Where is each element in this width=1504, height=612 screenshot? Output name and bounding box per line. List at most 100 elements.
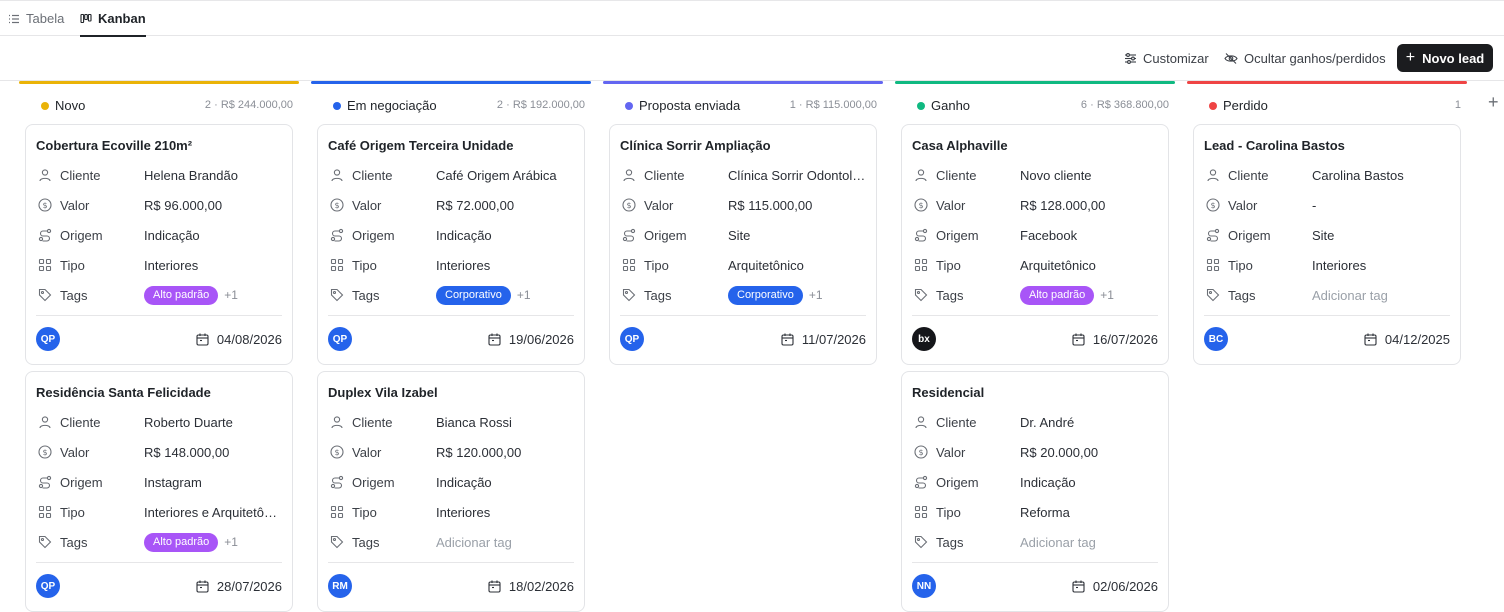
tag-chip[interactable]: Corporativo bbox=[436, 285, 511, 305]
add-tag-link[interactable]: Adicionar tag bbox=[1020, 535, 1096, 550]
customize-button[interactable]: Customizar bbox=[1124, 45, 1209, 71]
column-header: Perdido 1 bbox=[1187, 92, 1467, 120]
tag-chip[interactable]: Alto padrão bbox=[144, 285, 219, 305]
row-icon-wrap: $ bbox=[1204, 196, 1222, 214]
tab-kanban[interactable]: Kanban bbox=[80, 1, 146, 37]
column-color-bar bbox=[19, 81, 299, 84]
avatar[interactable]: QP bbox=[36, 574, 60, 598]
due-date-text: 28/07/2026 bbox=[216, 578, 282, 594]
more-tags-count[interactable]: +1 bbox=[224, 288, 238, 302]
calendar-icon bbox=[781, 333, 794, 346]
field-label: Tags bbox=[1228, 287, 1256, 303]
status-dot bbox=[41, 102, 49, 110]
field-value: R$ 20.000,00 bbox=[1020, 444, 1099, 460]
tag-chip[interactable]: Alto padrão bbox=[144, 532, 219, 552]
field-label: Cliente bbox=[352, 167, 393, 183]
due-date: 28/07/2026 bbox=[196, 576, 282, 596]
avatar[interactable]: BC bbox=[1204, 327, 1228, 351]
field-value: Indicação bbox=[144, 227, 200, 243]
lead-card[interactable]: Café Origem Terceira Unidade Cliente Café … bbox=[317, 124, 585, 365]
value-row: $ Valor R$ 96.000,00 bbox=[36, 195, 286, 215]
column-count-total: 2 · R$ 192.000,00 bbox=[496, 99, 585, 111]
route-icon bbox=[330, 228, 344, 242]
more-tags-count[interactable]: +1 bbox=[224, 535, 238, 549]
tag-chip[interactable]: Corporativo bbox=[728, 285, 803, 305]
column-header: Proposta enviada 1 · R$ 115.000,00 bbox=[603, 92, 883, 120]
add-tag-link[interactable]: Adicionar tag bbox=[1312, 288, 1388, 303]
client-row: Cliente Helena Brandão bbox=[36, 165, 286, 185]
tags-row: Tags Adicionar tag bbox=[1204, 285, 1454, 305]
field-value: Novo cliente bbox=[1020, 167, 1092, 183]
avatar[interactable]: NN bbox=[912, 574, 936, 598]
calendar-icon bbox=[196, 333, 209, 346]
svg-text:$: $ bbox=[334, 201, 339, 210]
lead-card[interactable]: Lead - Carolina Bastos Cliente Carolina Ba… bbox=[1193, 124, 1461, 365]
client-row: Cliente Dr. André bbox=[912, 412, 1162, 432]
calendar-icon bbox=[488, 333, 501, 346]
tab-label: Kanban bbox=[98, 11, 146, 26]
tag-icon bbox=[38, 288, 52, 302]
due-date-text: 19/06/2026 bbox=[508, 331, 574, 347]
lead-card[interactable]: Duplex Vila Izabel Cliente Bianca Rossi $ Va… bbox=[317, 371, 585, 612]
add-column-button[interactable]: + bbox=[1488, 92, 1499, 113]
row-icon-wrap: $ bbox=[328, 196, 346, 214]
due-date-text: 04/08/2026 bbox=[216, 331, 282, 347]
dollar-icon: $ bbox=[330, 445, 344, 459]
client-row: Cliente Novo cliente bbox=[912, 165, 1162, 185]
field-label: Origem bbox=[644, 227, 687, 243]
row-icon-wrap bbox=[620, 256, 638, 274]
user-icon bbox=[915, 416, 927, 429]
column-color-bar bbox=[1187, 81, 1467, 84]
card-divider bbox=[912, 315, 1158, 316]
row-icon-wrap: $ bbox=[328, 443, 346, 461]
lead-card[interactable]: Residência Santa Felicidade Cliente Robert… bbox=[25, 371, 293, 612]
more-tags-count[interactable]: +1 bbox=[809, 288, 823, 302]
more-tags-count[interactable]: +1 bbox=[1100, 288, 1114, 302]
tag-chip[interactable]: Alto padrão bbox=[1020, 285, 1095, 305]
add-tag-link[interactable]: Adicionar tag bbox=[436, 535, 512, 550]
field-label: Cliente bbox=[60, 167, 101, 183]
row-icon-wrap bbox=[912, 503, 930, 521]
tab-tabela[interactable]: Tabela bbox=[8, 1, 64, 36]
tag-icon bbox=[38, 535, 52, 549]
route-icon bbox=[38, 228, 52, 242]
toolbar: Customizar Ocultar ganhos/perdidos + Nov… bbox=[0, 36, 1504, 81]
field-label: Cliente bbox=[60, 414, 101, 430]
hide-won-lost-button[interactable]: Ocultar ganhos/perdidos bbox=[1224, 45, 1386, 71]
tag-icon bbox=[330, 288, 344, 302]
row-icon-wrap bbox=[328, 226, 346, 244]
origin-row: Origem Indicação bbox=[328, 225, 578, 245]
column-header: Em negociação 2 · R$ 192.000,00 bbox=[311, 92, 591, 120]
row-icon-wrap bbox=[36, 503, 54, 521]
column-color-bar bbox=[311, 81, 591, 84]
grid-icon bbox=[330, 258, 344, 272]
route-icon bbox=[914, 228, 928, 242]
field-value: R$ 128.000,00 bbox=[1020, 197, 1106, 213]
more-tags-count[interactable]: +1 bbox=[517, 288, 531, 302]
field-label: Origem bbox=[936, 227, 979, 243]
new-lead-button[interactable]: + Novo lead bbox=[1397, 44, 1493, 72]
column-ganho: Ganho 6 · R$ 368.800,00 Casa Alphaville Cli… bbox=[895, 81, 1175, 612]
avatar[interactable]: bx bbox=[912, 327, 936, 351]
field-value: Carolina Bastos bbox=[1312, 167, 1404, 183]
avatar[interactable]: QP bbox=[328, 327, 352, 351]
lead-card[interactable]: Residencial Cliente Dr. André $ Valor R$ 20.0… bbox=[901, 371, 1169, 612]
lead-card[interactable]: Clínica Sorrir Ampliação Cliente Clínica S… bbox=[609, 124, 877, 365]
tags-row: Tags Corporativo +1 bbox=[328, 285, 578, 305]
dollar-icon: $ bbox=[38, 445, 52, 459]
column-count-total: 6 · R$ 368.800,00 bbox=[1080, 99, 1169, 111]
card-divider bbox=[36, 562, 282, 563]
calendar-icon bbox=[196, 580, 209, 593]
type-row: Tipo Interiores bbox=[328, 502, 578, 522]
row-icon-wrap bbox=[1204, 226, 1222, 244]
plus-icon: + bbox=[1405, 49, 1416, 66]
due-date: 11/07/2026 bbox=[781, 329, 866, 349]
lead-card[interactable]: Casa Alphaville Cliente Novo cliente $ Valor… bbox=[901, 124, 1169, 365]
due-date: 04/12/2025 bbox=[1364, 329, 1450, 349]
due-date-text: 02/06/2026 bbox=[1092, 578, 1158, 594]
avatar[interactable]: QP bbox=[620, 327, 644, 351]
avatar[interactable]: QP bbox=[36, 327, 60, 351]
avatar[interactable]: RM bbox=[328, 574, 352, 598]
tags-row: Tags Alto padrão +1 bbox=[912, 285, 1162, 305]
lead-card[interactable]: Cobertura Ecoville 210m² Cliente Helena Br… bbox=[25, 124, 293, 365]
